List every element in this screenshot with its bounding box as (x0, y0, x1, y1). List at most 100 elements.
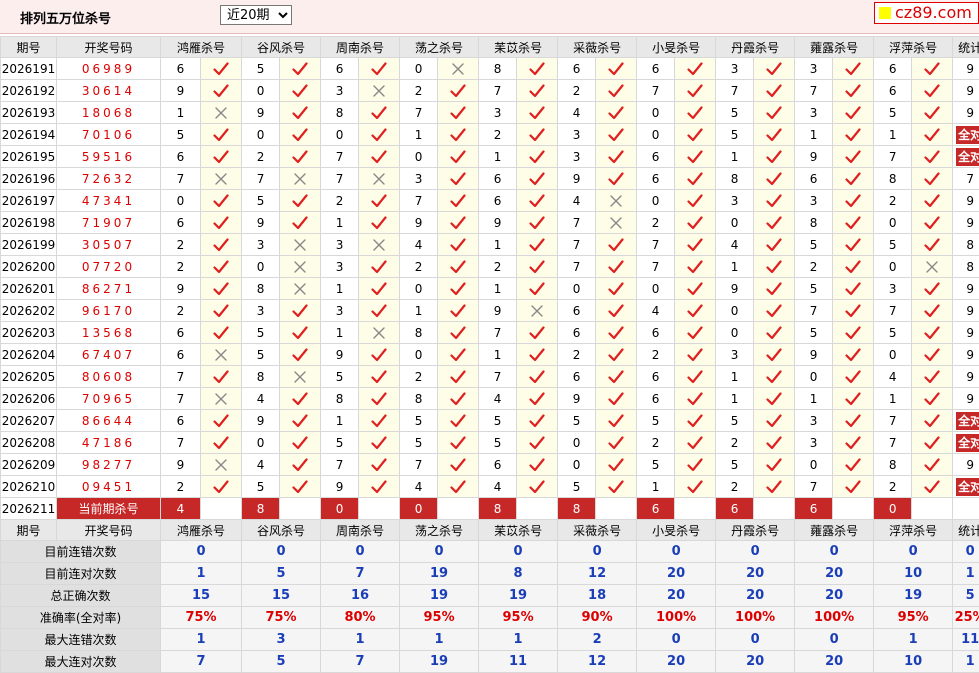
draw-number: 18068 (57, 102, 161, 124)
kill-number: 0 (558, 432, 596, 454)
site-logo[interactable]: cz89.com (874, 2, 979, 24)
check-icon (754, 322, 795, 344)
kill-number: 1 (716, 146, 754, 168)
kill-number: 5 (400, 432, 438, 454)
check-icon (754, 190, 795, 212)
check-icon (438, 80, 479, 102)
kill-number: 9 (161, 80, 201, 102)
kill-number: 0 (795, 454, 833, 476)
check-icon (517, 322, 558, 344)
check-icon (280, 432, 321, 454)
kill-number: 6 (479, 168, 517, 190)
check-icon (912, 388, 953, 410)
stat-row: 目前连错次数00000000000 (1, 541, 979, 563)
check-icon (675, 432, 716, 454)
stat-value: 19 (400, 563, 479, 585)
all-correct-badge: 全对 (956, 434, 979, 452)
kill-number: 7 (874, 410, 912, 432)
kill-number: 5 (874, 322, 912, 344)
check-icon (833, 432, 874, 454)
kill-number: 0 (716, 300, 754, 322)
check-icon (201, 124, 242, 146)
current-kill-label: 当前期杀号 (57, 498, 161, 520)
kill-number: 0 (874, 344, 912, 366)
header-row-top: 期号开奖号码鸿雁杀号谷风杀号周南杀号荡之杀号苿苡杀号采薇杀号小旻杀号丹霞杀号蕹露… (1, 37, 979, 58)
check-icon (912, 234, 953, 256)
current-kill-number: 6 (795, 498, 833, 520)
check-icon (280, 410, 321, 432)
check-icon (675, 476, 716, 498)
cross-icon (201, 168, 242, 190)
kill-number: 0 (242, 80, 280, 102)
stat-total: 25% (953, 607, 979, 629)
check-icon (517, 58, 558, 80)
current-kill-number: 4 (161, 498, 201, 520)
all-correct-badge: 全对 (956, 126, 979, 144)
stat-value: 1 (321, 629, 400, 651)
check-icon (675, 102, 716, 124)
check-icon (359, 366, 400, 388)
check-icon (675, 190, 716, 212)
current-kill-number: 0 (321, 498, 359, 520)
kill-number: 1 (479, 234, 517, 256)
check-icon (754, 256, 795, 278)
check-icon (280, 322, 321, 344)
check-icon (517, 234, 558, 256)
check-icon (675, 256, 716, 278)
table-row: 20261993050723341774558 (1, 234, 979, 256)
kill-number: 6 (161, 212, 201, 234)
kill-number: 4 (716, 234, 754, 256)
check-icon (438, 300, 479, 322)
kill-number: 0 (637, 190, 675, 212)
check-icon (596, 344, 637, 366)
stat-value: 20 (637, 563, 716, 585)
stat-value: 7 (321, 651, 400, 673)
col-header-expert: 谷风杀号 (242, 520, 321, 541)
cross-icon (201, 454, 242, 476)
check-icon (438, 322, 479, 344)
kill-number: 7 (874, 300, 912, 322)
kill-number: 6 (637, 366, 675, 388)
kill-number: 5 (558, 476, 596, 498)
current-kill-number: 8 (479, 498, 517, 520)
stat-value: 95% (479, 607, 558, 629)
stat-value: 7 (161, 651, 242, 673)
check-icon (596, 256, 637, 278)
stat-value: 11 (479, 651, 558, 673)
check-icon (280, 124, 321, 146)
all-correct-badge: 全对 (956, 412, 979, 430)
col-header-stat: 统计 (953, 520, 979, 541)
col-header-issue: 期号 (1, 37, 57, 58)
check-icon (596, 322, 637, 344)
stat-value: 5 (242, 651, 321, 673)
check-icon (833, 278, 874, 300)
kill-number: 1 (400, 300, 438, 322)
check-icon (280, 344, 321, 366)
stat-value: 12 (558, 651, 637, 673)
check-icon (912, 322, 953, 344)
check-icon (438, 366, 479, 388)
kill-number: 9 (558, 388, 596, 410)
col-header-expert: 丹霞杀号 (716, 520, 795, 541)
current-kill-number: 0 (400, 498, 438, 520)
col-header-expert: 丹霞杀号 (716, 37, 795, 58)
check-icon (675, 410, 716, 432)
check-icon (754, 212, 795, 234)
current-kill-number: 6 (716, 498, 754, 520)
check-icon (280, 212, 321, 234)
draw-number: 30614 (57, 80, 161, 102)
check-icon (517, 388, 558, 410)
check-icon (833, 102, 874, 124)
row-stat: 9 (953, 212, 979, 234)
draw-number: 70106 (57, 124, 161, 146)
check-icon (596, 124, 637, 146)
kill-number: 6 (161, 146, 201, 168)
cross-icon (359, 322, 400, 344)
period-select[interactable]: 近20期 (220, 5, 292, 25)
check-icon (912, 190, 953, 212)
check-icon (833, 146, 874, 168)
check-icon (833, 80, 874, 102)
check-icon (201, 146, 242, 168)
issue-number: 2026191 (1, 58, 57, 80)
check-icon (359, 454, 400, 476)
